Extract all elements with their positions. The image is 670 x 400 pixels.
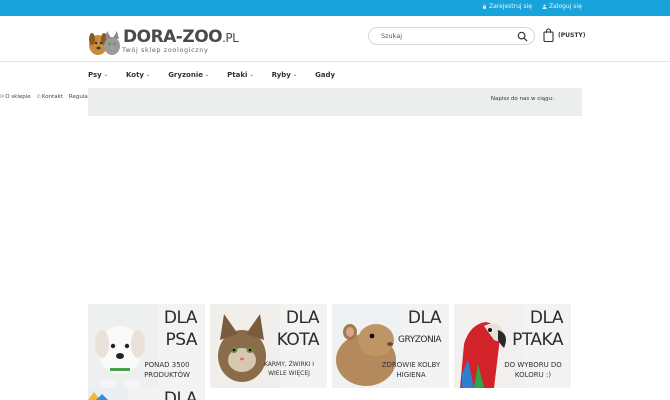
nav-label: Ptaki bbox=[227, 71, 248, 79]
banner-subtitle: KARMY, ŻWIRKI I WIELE WIĘCEJ bbox=[263, 361, 315, 377]
nav-label: Ryby bbox=[271, 71, 291, 79]
nav-item-ptaki[interactable]: Ptaki ⌄ bbox=[227, 71, 253, 79]
envelope-icon: ✉ bbox=[0, 94, 5, 100]
contact-box: Napisz do nas w ciągu: bbox=[88, 88, 582, 116]
user-icon bbox=[542, 4, 547, 9]
chevron-down-icon: ⌄ bbox=[103, 72, 108, 78]
nav-label: Koty bbox=[125, 71, 144, 79]
nav-item-gryzonie[interactable]: Gryzonie ⌄ bbox=[168, 71, 209, 79]
nav-item-koty[interactable]: Koty ⌄ bbox=[126, 71, 150, 79]
top-bar: Zarejestruj się Zaloguj się bbox=[0, 0, 670, 16]
terms-link[interactable]: Regula bbox=[69, 94, 88, 100]
pets-logo-icon bbox=[89, 31, 120, 55]
login-label: Zaloguj się bbox=[549, 3, 582, 10]
banner-title-line1: DLA bbox=[529, 308, 564, 328]
banner-title-line1: DLA bbox=[163, 389, 198, 400]
banner-title-line1: DLA bbox=[407, 308, 442, 328]
terms-label: Regula bbox=[68, 94, 88, 100]
contact-label: Kontakt bbox=[41, 94, 63, 100]
banner-title-line1: DLA bbox=[163, 308, 198, 328]
search-icon[interactable] bbox=[517, 31, 528, 42]
fish-image bbox=[88, 388, 128, 400]
banner-subtitle: ZDROWIE KOLBY HIGIENA bbox=[381, 361, 441, 379]
chevron-down-icon: ⌄ bbox=[204, 72, 210, 78]
logo-brand: DORA-ZOO.PL bbox=[123, 27, 239, 47]
nav-item-ryby[interactable]: Ryby ⌄ bbox=[272, 71, 297, 79]
chevron-down-icon: ⌄ bbox=[249, 72, 254, 78]
banner-title-line2: GRYZONIA bbox=[398, 335, 441, 345]
banner-rodent[interactable]: DLA GRYZONIA ZDROWIE KOLBY HIGIENA bbox=[332, 304, 449, 388]
nav-item-psy[interactable]: Psy ⌄ bbox=[88, 71, 108, 79]
contact-link[interactable]: ✆ Kontakt bbox=[37, 94, 63, 100]
shopping-bag-icon bbox=[543, 28, 554, 42]
category-banners: DLA PSA PONAD 3500 PRODUKTÓW DLA KOTA KA… bbox=[88, 304, 578, 400]
chevron-down-icon: ⌄ bbox=[145, 72, 151, 78]
register-label: Zarejestruj się bbox=[489, 3, 532, 10]
chevron-down-icon: ⌄ bbox=[292, 72, 298, 78]
main-nav: Psy ⌄ Koty ⌄ Gryzonie ⌄ Ptaki ⌄ Ryby ⌄ Gady bbox=[88, 71, 353, 79]
register-link[interactable]: Zarejestruj się bbox=[482, 3, 532, 10]
banner-title-line2: PTAKA bbox=[512, 330, 563, 350]
banner-dog[interactable]: DLA PSA PONAD 3500 PRODUKTÓW bbox=[88, 304, 205, 388]
lock-icon bbox=[483, 4, 486, 9]
search-input[interactable] bbox=[381, 30, 511, 42]
nav-label: Gady bbox=[315, 71, 336, 79]
nav-label: Gryzonie bbox=[168, 71, 203, 79]
nav-label: Psy bbox=[88, 71, 102, 79]
site-logo[interactable]: DORA-ZOO.PL Twój sklep zoologiczny bbox=[88, 25, 248, 57]
cart-label: (PUSTY) bbox=[558, 31, 586, 39]
logo-tagline: Twój sklep zoologiczny bbox=[122, 46, 209, 54]
banner-bird[interactable]: DLA PTAKA DO WYBORU DO KOLORU :) bbox=[454, 304, 571, 388]
banner-title-line2: PSA bbox=[165, 330, 198, 350]
banner-title-line1: DLA bbox=[285, 308, 320, 328]
about-link[interactable]: ✉ O sklepie bbox=[0, 94, 31, 100]
site-header: DORA-ZOO.PL Twój sklep zoologiczny (PUST… bbox=[0, 16, 670, 62]
login-link[interactable]: Zaloguj się bbox=[542, 3, 582, 10]
search-bar bbox=[368, 27, 535, 45]
phone-icon: ✆ bbox=[36, 94, 41, 100]
nav-item-gady[interactable]: Gady bbox=[315, 71, 335, 79]
info-links: ✉ O sklepie ✆ Kontakt Regula bbox=[0, 94, 88, 100]
contact-box-text: Napisz do nas w ciągu: bbox=[490, 96, 554, 102]
cart-button[interactable]: (PUSTY) bbox=[543, 28, 586, 42]
banner-partial[interactable]: DLA bbox=[88, 388, 205, 400]
about-label: O sklepie bbox=[5, 94, 31, 100]
banner-title-line2: KOTA bbox=[276, 330, 320, 350]
banner-subtitle: PONAD 3500 PRODUKTÓW bbox=[144, 361, 190, 379]
banner-subtitle: DO WYBORU DO KOLORU :) bbox=[504, 361, 562, 379]
banner-cat[interactable]: DLA KOTA KARMY, ŻWIRKI I WIELE WIĘCEJ bbox=[210, 304, 327, 388]
